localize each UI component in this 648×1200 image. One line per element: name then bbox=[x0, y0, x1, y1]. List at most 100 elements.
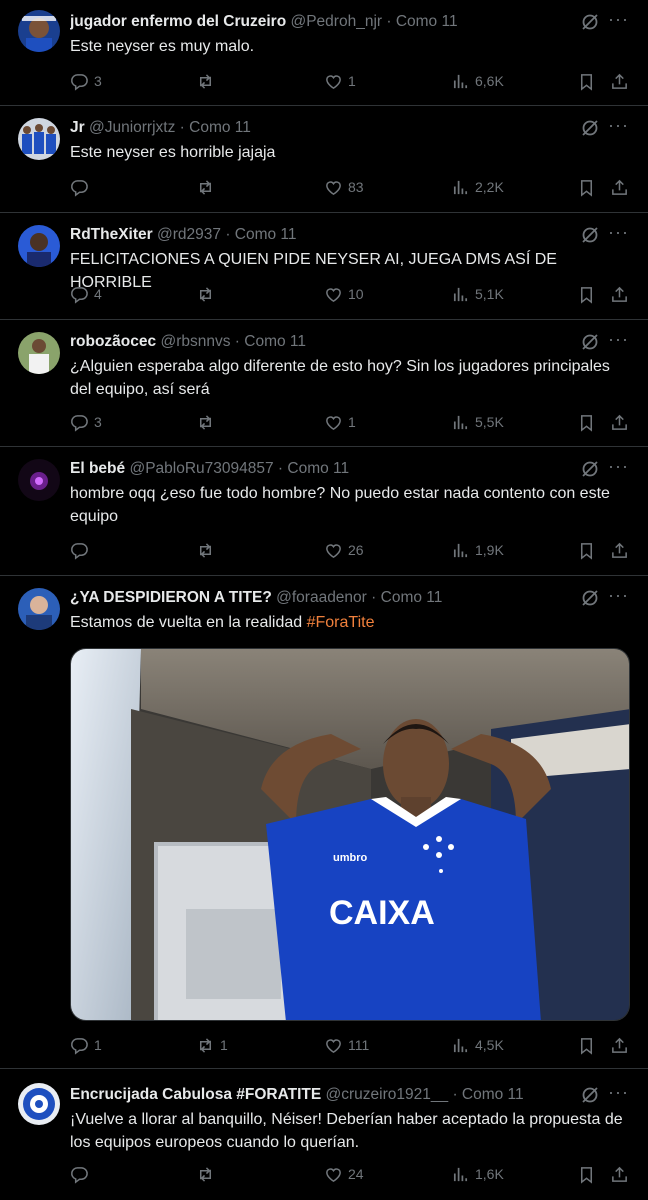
views-button[interactable]: 1,6K bbox=[451, 1163, 504, 1185]
bookmark-button[interactable] bbox=[577, 176, 596, 198]
avatar[interactable] bbox=[18, 332, 60, 374]
grok-icon[interactable] bbox=[580, 1085, 600, 1105]
display-name[interactable]: ¿YA DESPIDIERON A TITE? bbox=[70, 589, 272, 606]
avatar[interactable] bbox=[18, 588, 60, 630]
share-button[interactable] bbox=[610, 176, 629, 198]
sponsor-text: CAIXA bbox=[329, 894, 435, 932]
reply-button[interactable] bbox=[70, 539, 94, 561]
bookmark-button[interactable] bbox=[577, 539, 596, 561]
timestamp[interactable]: · Como 11 bbox=[371, 589, 442, 606]
like-count: 24 bbox=[348, 1166, 364, 1182]
display-name[interactable]: robozãocec bbox=[70, 333, 156, 350]
reply-button[interactable] bbox=[70, 1163, 94, 1185]
share-button[interactable] bbox=[610, 283, 629, 305]
repost-button[interactable] bbox=[196, 1163, 220, 1185]
display-name[interactable]: Jr bbox=[70, 119, 85, 136]
share-button[interactable] bbox=[610, 411, 629, 433]
repost-button[interactable] bbox=[196, 283, 220, 305]
repost-button[interactable]: 1 bbox=[196, 1034, 228, 1056]
handle[interactable]: @Pedroh_njr bbox=[290, 13, 382, 30]
bookmark-button[interactable] bbox=[577, 411, 596, 433]
grok-icon[interactable] bbox=[580, 118, 600, 138]
grok-icon[interactable] bbox=[580, 12, 600, 32]
tweet-image[interactable]: umbro CAIXA bbox=[70, 648, 630, 1021]
views-button[interactable]: 5,5K bbox=[451, 411, 504, 433]
bookmark-button[interactable] bbox=[577, 70, 596, 92]
grok-icon[interactable] bbox=[580, 459, 600, 479]
timestamp[interactable]: · Como 11 bbox=[225, 226, 296, 243]
more-options-icon[interactable]: ··· bbox=[608, 1082, 628, 1102]
more-options-icon[interactable]: ··· bbox=[608, 222, 628, 242]
repost-button[interactable] bbox=[196, 176, 220, 198]
tweet-text: Este neyser es horrible jajaja bbox=[70, 144, 276, 161]
like-button[interactable]: 24 bbox=[324, 1163, 364, 1185]
hashtag-link[interactable]: #ForaTite bbox=[307, 614, 375, 631]
display-name[interactable]: El bebé bbox=[70, 460, 125, 477]
more-options-icon[interactable]: ··· bbox=[608, 456, 628, 476]
grok-icon[interactable] bbox=[580, 588, 600, 608]
tweet[interactable]: jugador enfermo del Cruzeiro @Pedroh_njr… bbox=[0, 0, 648, 106]
display-name[interactable]: Encrucijada Cabulosa #FORATITE bbox=[70, 1086, 321, 1103]
display-name[interactable]: RdTheXiter bbox=[70, 226, 153, 243]
handle[interactable]: @foraadenor bbox=[276, 589, 367, 606]
tweet[interactable]: Jr @Juniorrjxtz · Como 11 ··· Este neyse… bbox=[0, 106, 648, 213]
bookmark-button[interactable] bbox=[577, 283, 596, 305]
handle[interactable]: @cruzeiro1921__ bbox=[326, 1086, 449, 1103]
like-button[interactable]: 10 bbox=[324, 283, 364, 305]
tweet[interactable]: robozãocec @rbsnnvs · Como 11 ··· ¿Algui… bbox=[0, 320, 648, 447]
views-icon bbox=[453, 415, 468, 429]
like-count: 1 bbox=[348, 414, 356, 430]
tweet[interactable]: El bebé @PabloRu73094857 · Como 11 ··· h… bbox=[0, 447, 648, 576]
handle[interactable]: @rbsnnvs bbox=[160, 333, 230, 350]
avatar[interactable] bbox=[18, 225, 60, 267]
avatar[interactable] bbox=[18, 118, 60, 160]
repost-button[interactable] bbox=[196, 70, 220, 92]
like-button[interactable]: 26 bbox=[324, 539, 364, 561]
like-button[interactable]: 83 bbox=[324, 176, 364, 198]
views-button[interactable]: 4,5K bbox=[451, 1034, 504, 1056]
tweet[interactable]: ¿YA DESPIDIERON A TITE? @foraadenor · Co… bbox=[0, 576, 648, 1069]
repost-button[interactable] bbox=[196, 411, 220, 433]
views-button[interactable]: 5,1K bbox=[451, 283, 504, 305]
more-options-icon[interactable]: ··· bbox=[608, 329, 628, 349]
more-options-icon[interactable]: ··· bbox=[608, 585, 628, 605]
more-options-icon[interactable]: ··· bbox=[608, 115, 628, 135]
bookmark-button[interactable] bbox=[577, 1163, 596, 1185]
share-button[interactable] bbox=[610, 70, 629, 92]
reply-button[interactable]: 4 bbox=[70, 283, 102, 305]
tweet[interactable]: Encrucijada Cabulosa #FORATITE @cruzeiro… bbox=[0, 1069, 648, 1200]
like-button[interactable]: 1 bbox=[324, 70, 356, 92]
timestamp[interactable]: · Como 11 bbox=[235, 333, 306, 350]
views-button[interactable]: 1,9K bbox=[451, 539, 504, 561]
more-options-icon[interactable]: ··· bbox=[608, 9, 628, 29]
display-name[interactable]: jugador enfermo del Cruzeiro bbox=[70, 13, 286, 30]
repost-button[interactable] bbox=[196, 539, 220, 561]
like-button[interactable]: 1 bbox=[324, 411, 356, 433]
reply-count: 1 bbox=[94, 1037, 102, 1053]
views-button[interactable]: 6,6K bbox=[451, 70, 504, 92]
tweet[interactable]: RdTheXiter @rd2937 · Como 11 ··· FELICIT… bbox=[0, 213, 648, 320]
grok-icon[interactable] bbox=[580, 225, 600, 245]
timestamp[interactable]: · Como 11 bbox=[278, 460, 349, 477]
reply-button[interactable] bbox=[70, 176, 94, 198]
timestamp[interactable]: · Como 11 bbox=[386, 13, 457, 30]
grok-icon[interactable] bbox=[580, 332, 600, 352]
handle[interactable]: @Juniorrjxtz bbox=[89, 119, 175, 136]
handle[interactable]: @rd2937 bbox=[157, 226, 221, 243]
bookmark-button[interactable] bbox=[577, 1034, 596, 1056]
share-button[interactable] bbox=[610, 1034, 629, 1056]
reply-button[interactable]: 3 bbox=[70, 70, 102, 92]
reply-button[interactable]: 1 bbox=[70, 1034, 102, 1056]
timestamp[interactable]: · Como 11 bbox=[452, 1086, 523, 1103]
avatar[interactable] bbox=[18, 1083, 60, 1125]
reply-icon bbox=[71, 414, 88, 432]
reply-button[interactable]: 3 bbox=[70, 411, 102, 433]
views-button[interactable]: 2,2K bbox=[451, 176, 504, 198]
share-button[interactable] bbox=[610, 539, 629, 561]
timestamp[interactable]: · Como 11 bbox=[180, 119, 251, 136]
handle[interactable]: @PabloRu73094857 bbox=[129, 460, 273, 477]
share-button[interactable] bbox=[610, 1163, 629, 1185]
avatar[interactable] bbox=[18, 459, 60, 501]
avatar[interactable] bbox=[18, 10, 60, 52]
like-button[interactable]: 111 bbox=[324, 1034, 369, 1056]
